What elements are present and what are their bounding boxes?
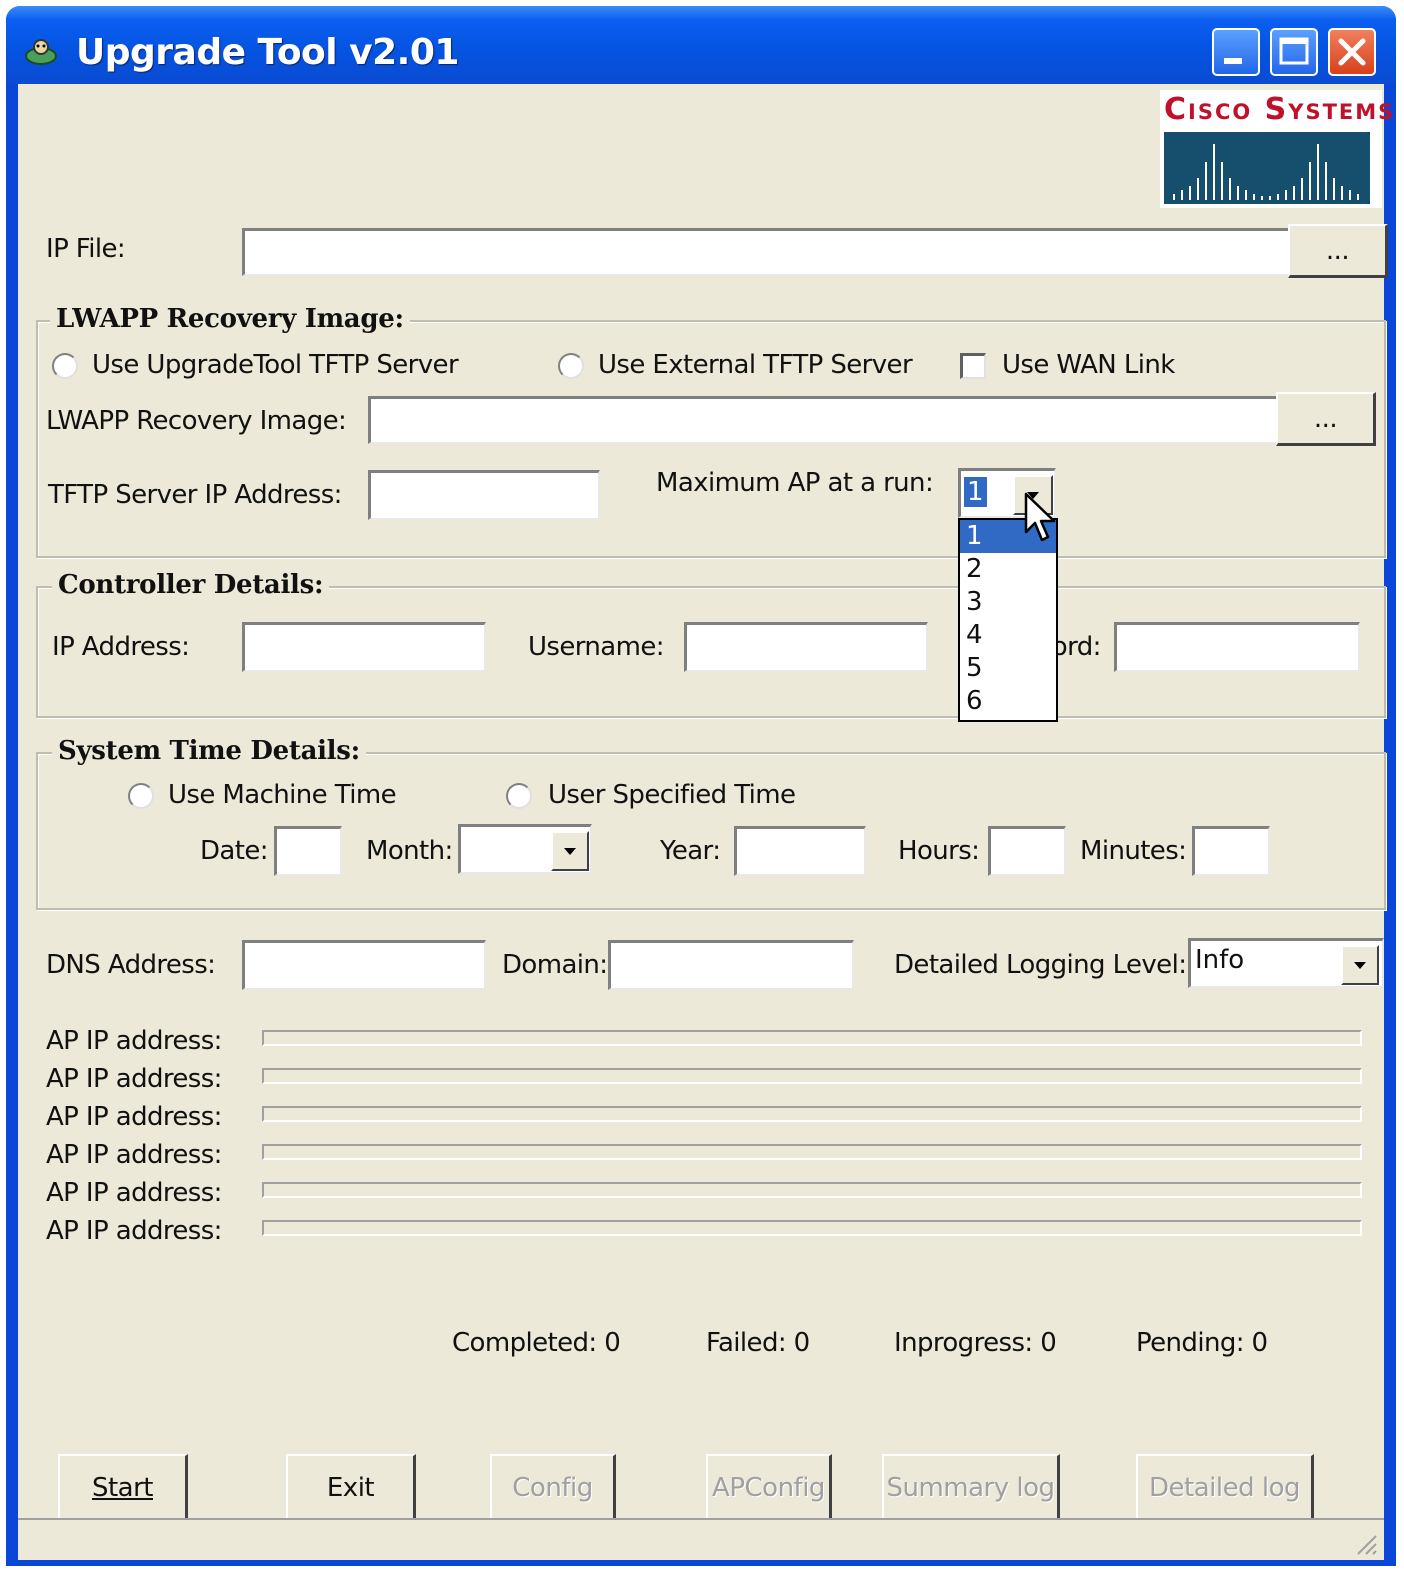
dns-label: DNS Address: [46,950,216,980]
max-ap-label: Maximum AP at a run: [656,468,934,498]
start-button[interactable]: Start [58,1454,188,1522]
dropdown-arrow-icon [1354,962,1366,969]
failed-count: Failed: 0 [706,1328,810,1358]
apconfig-button[interactable]: APConfig [706,1454,832,1522]
detailed-log-button[interactable]: Detailed log [1136,1454,1314,1522]
app-window: Upgrade Tool v2.01 Cisco Systems IP File… [6,6,1396,1566]
domain-label: Domain: [502,950,608,980]
radio-external-tftp-label[interactable]: Use External TFTP Server [598,350,913,380]
dropdown-arrow-icon [564,848,576,855]
controller-legend: Controller Details: [52,570,330,600]
max-ap-option[interactable]: 5 [960,652,1056,685]
max-ap-selected-value: 1 [964,477,987,507]
app-icon [25,39,57,65]
client-area: Cisco Systems IP File: ... LWAPP Recover… [18,84,1393,1560]
lwapp-image-browse-button[interactable]: ... [1276,392,1376,446]
title-bar[interactable]: Upgrade Tool v2.01 [6,6,1396,84]
logging-level-label: Detailed Logging Level: [894,950,1187,980]
month-label: Month: [366,836,453,866]
system-time-legend: System Time Details: [52,736,366,766]
radio-user-time[interactable] [506,783,532,809]
system-time-group [36,752,1386,910]
controller-ip-input[interactable] [242,622,486,672]
ap-row-label: AP IP address: [46,1216,222,1246]
year-label: Year: [660,836,721,866]
max-ap-option[interactable]: 2 [960,553,1056,586]
ap-row-label: AP IP address: [46,1026,222,1056]
status-bar [18,1518,1384,1560]
dns-input[interactable] [242,940,486,990]
logo-text: Cisco Systems [1164,92,1396,127]
maximize-button[interactable] [1270,28,1318,76]
window-title: Upgrade Tool v2.01 [76,32,459,73]
month-select[interactable] [458,824,592,874]
radio-external-tftp[interactable] [558,353,584,379]
max-ap-option[interactable]: 4 [960,619,1056,652]
wan-link-checkbox[interactable] [960,353,986,379]
maximize-icon [1279,37,1309,65]
cisco-logo: Cisco Systems [1160,90,1393,208]
logging-level-select[interactable]: Info [1188,938,1384,988]
controller-username-input[interactable] [684,622,928,672]
ap-progress-bar [262,1182,1362,1198]
exit-button[interactable]: Exit [286,1454,416,1522]
max-ap-option[interactable]: 3 [960,586,1056,619]
resize-grip-icon[interactable] [1350,1528,1378,1556]
date-input[interactable] [274,826,342,876]
domain-input[interactable] [608,940,854,990]
logging-level-dropdown-button[interactable] [1341,945,1379,985]
ip-file-input[interactable] [242,228,1290,276]
radio-upgradetool-tftp[interactable] [52,353,78,379]
logging-level-value: Info [1195,945,1245,975]
radio-machine-time-label[interactable]: Use Machine Time [168,780,397,810]
ap-progress-bar [262,1144,1362,1160]
lwapp-legend: LWAPP Recovery Image: [50,304,410,334]
ap-row-label: AP IP address: [46,1178,222,1208]
summary-log-button[interactable]: Summary log [882,1454,1060,1522]
ap-row-label: AP IP address: [46,1064,222,1094]
wan-link-label[interactable]: Use WAN Link [1002,350,1175,380]
pending-count: Pending: 0 [1136,1328,1268,1358]
max-ap-dropdown-list: 1 2 3 4 5 6 [958,518,1058,722]
mouse-cursor-icon [1024,492,1056,542]
ap-progress-bar [262,1068,1362,1084]
radio-user-time-label[interactable]: User Specified Time [548,780,796,810]
ap-progress-bar [262,1106,1362,1122]
ip-file-browse-button[interactable]: ... [1288,224,1388,278]
month-dropdown-button[interactable] [551,831,589,871]
lwapp-image-input[interactable] [368,396,1278,444]
controller-password-input[interactable] [1114,622,1360,672]
ap-row-label: AP IP address: [46,1140,222,1170]
ap-progress-bar [262,1030,1362,1046]
close-icon [1338,38,1366,66]
hours-input[interactable] [988,826,1066,876]
controller-username-label: Username: [528,632,665,662]
minimize-button[interactable] [1212,28,1260,76]
date-label: Date: [200,836,269,866]
minimize-icon [1224,58,1242,64]
radio-upgradetool-tftp-label[interactable]: Use UpgradeTool TFTP Server [92,350,459,380]
logo-bridge-graphic [1164,132,1370,204]
year-input[interactable] [734,826,866,876]
controller-ip-label: IP Address: [52,632,190,662]
minutes-label: Minutes: [1080,836,1187,866]
hours-label: Hours: [898,836,980,866]
tftp-ip-input[interactable] [368,470,600,520]
completed-count: Completed: 0 [452,1328,621,1358]
lwapp-image-label: LWAPP Recovery Image: [46,406,347,436]
close-button[interactable] [1328,28,1376,76]
config-button[interactable]: Config [490,1454,616,1522]
ap-progress-bar [262,1220,1362,1236]
tftp-ip-label: TFTP Server IP Address: [48,480,342,510]
minutes-input[interactable] [1192,826,1270,876]
ip-file-label: IP File: [46,234,126,264]
inprogress-count: Inprogress: 0 [894,1328,1057,1358]
ap-row-label: AP IP address: [46,1102,222,1132]
max-ap-option[interactable]: 6 [960,685,1056,718]
radio-machine-time[interactable] [128,783,154,809]
